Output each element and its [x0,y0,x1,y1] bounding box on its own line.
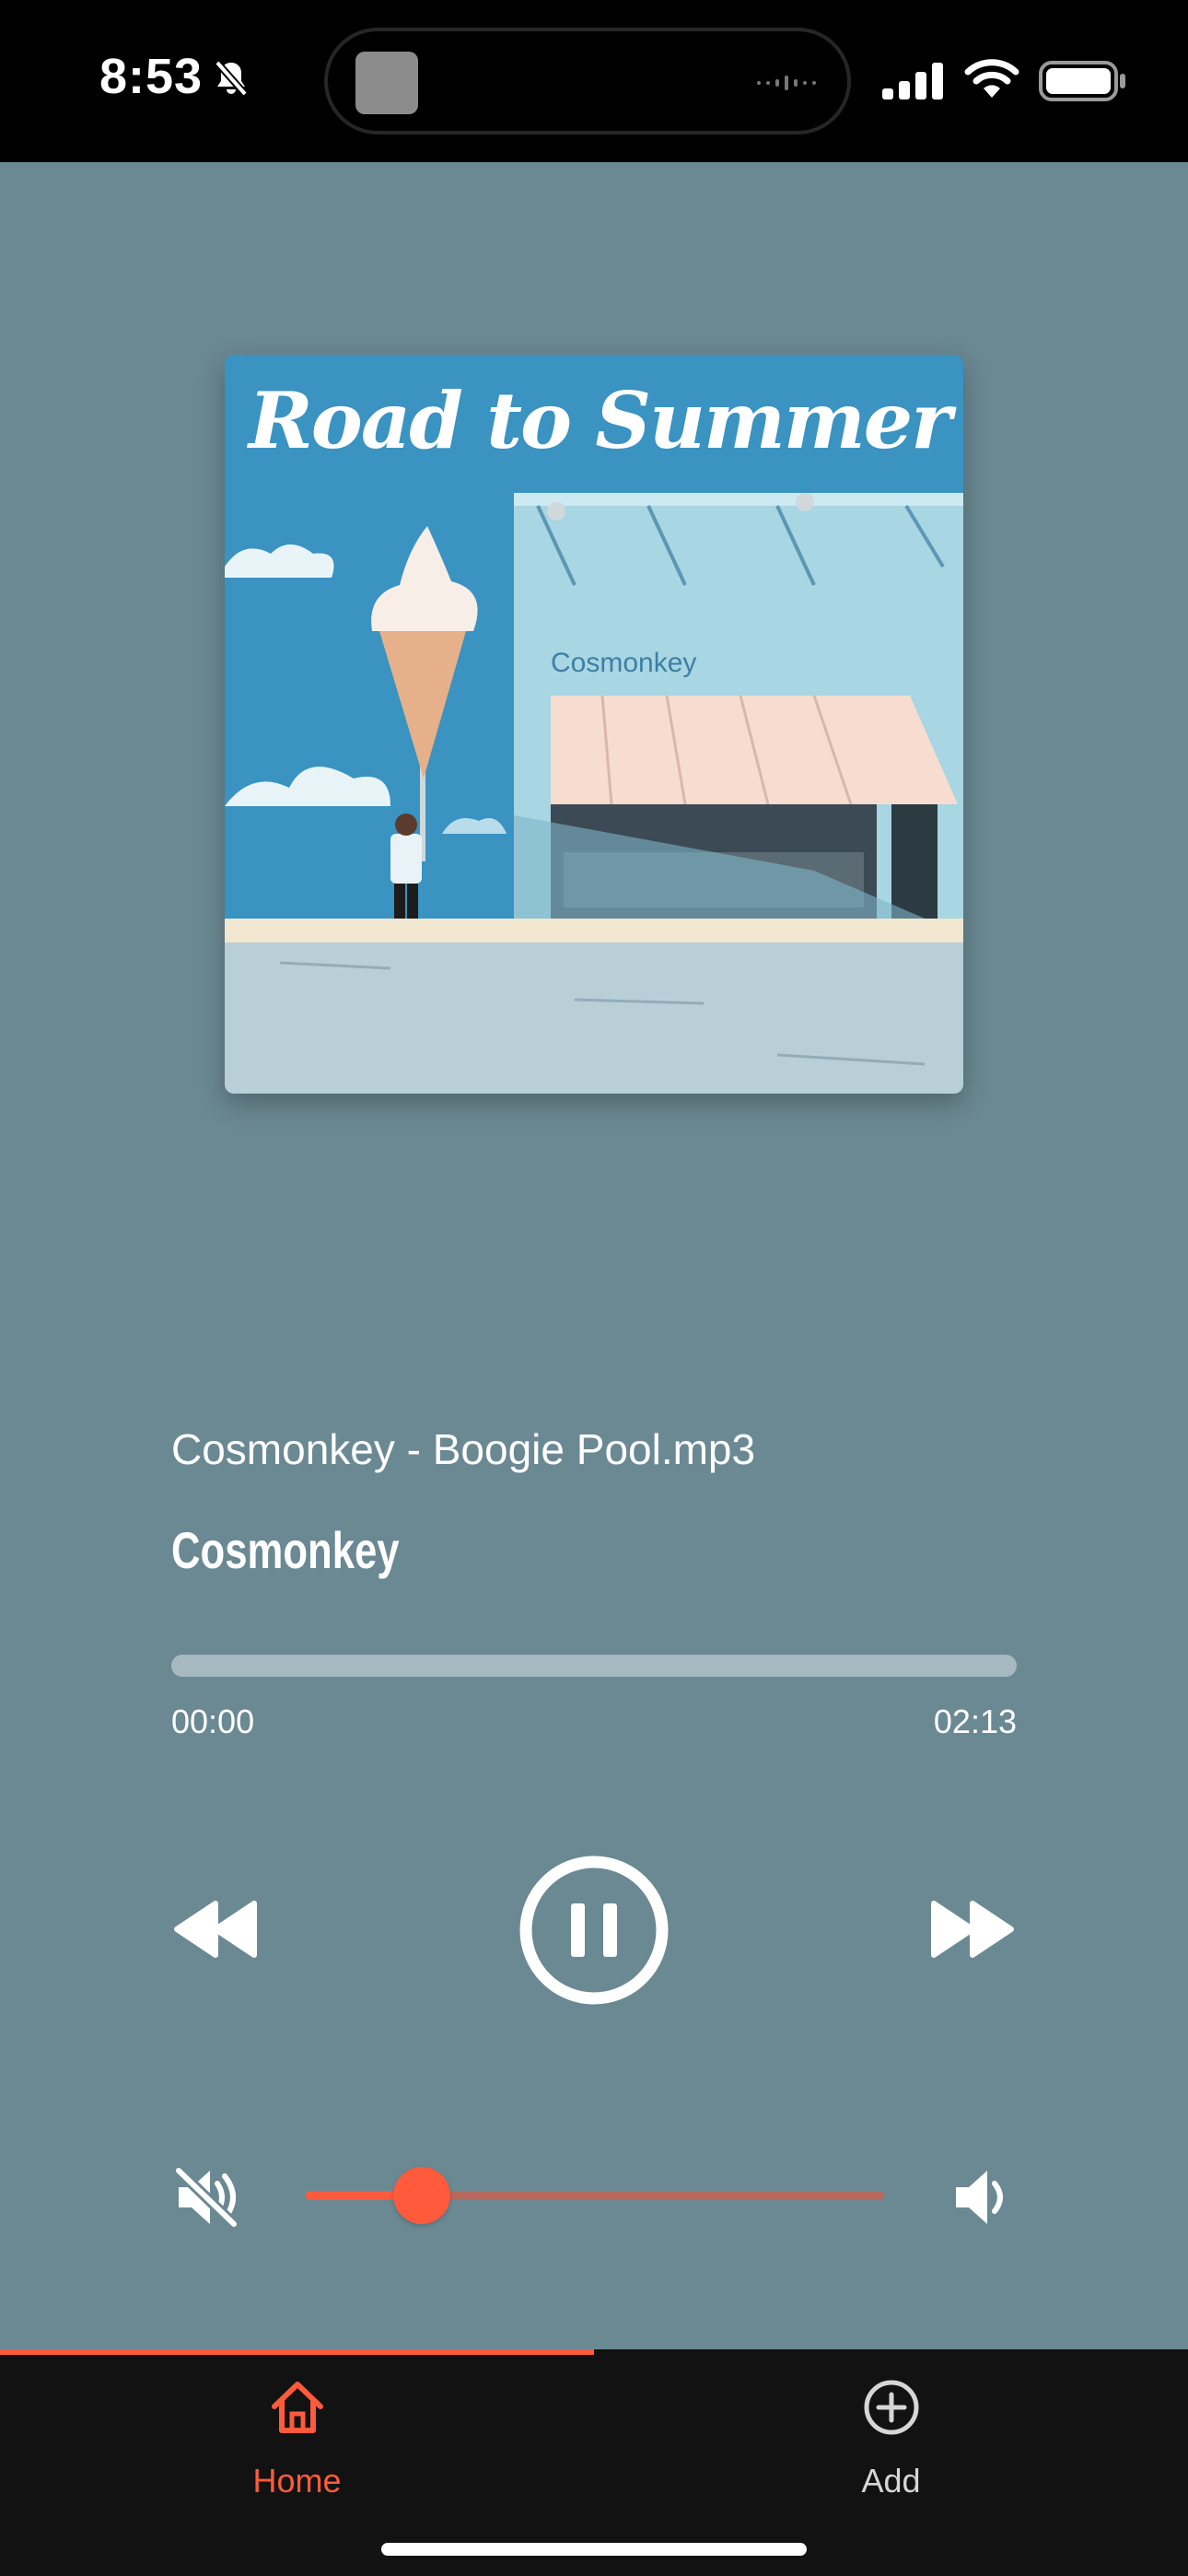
rewind-icon [171,1901,263,1966]
fast-forward-icon [925,1901,1017,1966]
volume-slider[interactable] [306,2167,884,2224]
battery-icon [1039,61,1127,106]
tab-add-label: Add [861,2462,921,2500]
now-playing-thumbnail [355,52,418,114]
status-time: 8:53 [99,49,204,104]
add-circle-icon [861,2377,922,2442]
rewind-button[interactable] [171,1896,263,1962]
track-artist: Cosmonkey [171,1521,400,1579]
home-indicator [381,2543,807,2556]
time-elapsed: 00:00 [171,1703,255,1740]
volume-up-button[interactable] [950,2165,1015,2230]
album-art-shop-sign: Cosmonkey [551,648,697,678]
volume-mute-icon [173,2166,243,2233]
fast-forward-button[interactable] [925,1896,1017,1962]
signal-icon [882,63,947,104]
bell-slash-icon [210,57,252,104]
wifi-icon [963,57,1020,104]
tab-home[interactable]: Home [0,2355,594,2530]
pause-circle-icon [519,1856,669,2008]
home-icon [267,2377,328,2442]
mute-button[interactable] [173,2165,243,2230]
track-file-name: Cosmonkey - Boogie Pool.mp3 [171,1425,756,1473]
album-art: Road to Summer Cosmonkey [225,355,963,1094]
playback-progress-bar[interactable] [171,1655,1017,1677]
time-total: 02:13 [933,1703,1017,1740]
waveform-icon [755,72,820,99]
status-bar: 8:53 [0,0,1188,162]
tab-home-label: Home [252,2462,342,2500]
album-art-title: Road to Summer [249,375,952,466]
volume-up-icon [950,2171,1015,2233]
volume-thumb[interactable] [392,2167,450,2224]
dynamic-island [324,28,851,135]
pause-button[interactable] [519,1856,669,2005]
tab-add[interactable]: Add [594,2355,1188,2530]
